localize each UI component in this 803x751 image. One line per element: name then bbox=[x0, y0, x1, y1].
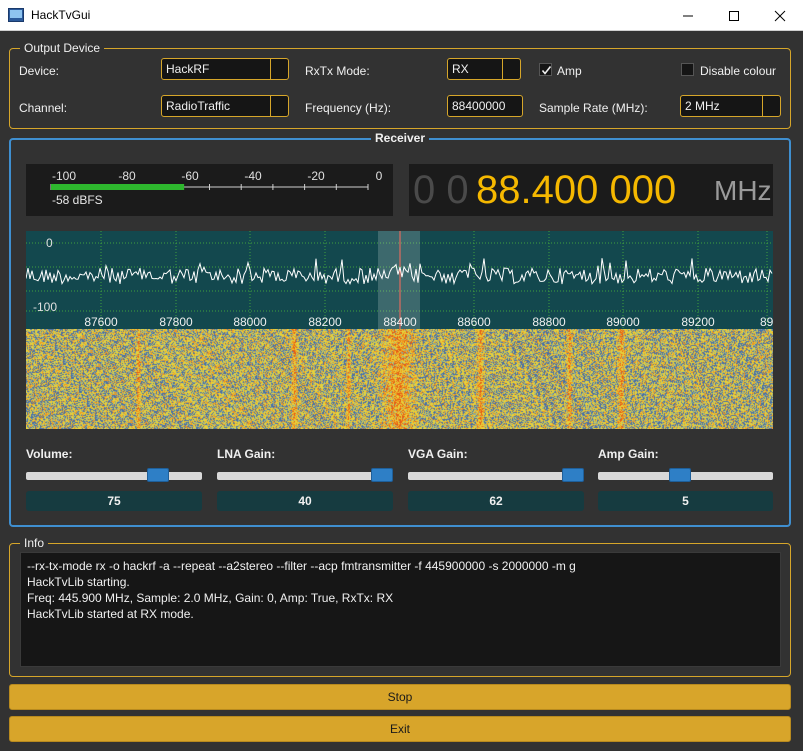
amp-gain-slider[interactable] bbox=[598, 466, 773, 486]
device-label: Device: bbox=[19, 64, 60, 78]
volume-slider[interactable] bbox=[26, 466, 202, 486]
meter-scale-label: -100 bbox=[52, 169, 76, 183]
slider-handle[interactable] bbox=[669, 468, 692, 482]
amp-checkbox[interactable] bbox=[539, 63, 552, 76]
chevron-down-icon bbox=[270, 59, 288, 79]
lna-gain-label: LNA Gain: bbox=[217, 447, 276, 461]
x-tick-label: 87800 bbox=[159, 315, 193, 329]
x-tick-label: 88600 bbox=[457, 315, 491, 329]
signal-meter-scale: -100 -80 -60 -40 -20 0 bbox=[50, 169, 383, 190]
device-select[interactable]: HackRF bbox=[161, 58, 289, 80]
lna-gain-value: 40 bbox=[217, 491, 393, 511]
x-tick-label: 88000 bbox=[233, 315, 267, 329]
log-line: --rx-tx-mode rx -o hackrf -a --repeat --… bbox=[27, 559, 576, 573]
y-tick-label: -100 bbox=[33, 300, 57, 314]
minimize-icon bbox=[683, 15, 693, 16]
receiver-title: Receiver bbox=[370, 131, 430, 145]
minimize-button[interactable] bbox=[665, 0, 711, 31]
exit-button[interactable]: Exit bbox=[9, 716, 791, 742]
info-title: Info bbox=[20, 536, 49, 550]
main-area: Output Device Device: HackRF RxTx Mode: … bbox=[0, 31, 803, 751]
x-tick-label: 88800 bbox=[532, 315, 566, 329]
amp-gain-value: 5 bbox=[598, 491, 773, 511]
signal-meter: -100 -80 -60 -40 -20 0 -58 dBFS bbox=[26, 164, 393, 216]
frequency-display[interactable]: 0 0 88.400 000 MHz bbox=[409, 164, 773, 216]
lna-gain-slider[interactable] bbox=[217, 466, 393, 486]
log-line: HackTvLib started at RX mode. bbox=[27, 607, 194, 621]
sample-rate-label: Sample Rate (MHz): bbox=[539, 101, 648, 115]
meter-scale-label: -60 bbox=[181, 169, 199, 183]
app-icon bbox=[8, 8, 24, 22]
y-tick-label: 0 bbox=[46, 236, 53, 250]
x-tick-label: 89000 bbox=[606, 315, 640, 329]
slider-handle[interactable] bbox=[371, 468, 393, 482]
close-button[interactable] bbox=[757, 0, 803, 31]
chevron-down-icon bbox=[762, 96, 780, 116]
disable-colour-checkbox[interactable] bbox=[681, 63, 694, 76]
slider-track bbox=[26, 472, 202, 480]
rxtx-mode-value: RX bbox=[452, 62, 469, 76]
vga-gain-value: 62 bbox=[408, 491, 584, 511]
slider-handle[interactable] bbox=[562, 468, 584, 482]
meter-scale-label: 0 bbox=[376, 169, 383, 183]
device-select-value: HackRF bbox=[166, 62, 210, 76]
meter-scale-label: -20 bbox=[307, 169, 325, 183]
x-tick-label: 88400 bbox=[383, 315, 417, 329]
output-device-group: Output Device bbox=[9, 41, 791, 129]
frequency-leading-digits: 0 0 bbox=[413, 168, 469, 212]
signal-level-readout: -58 dBFS bbox=[52, 193, 103, 207]
chevron-down-icon bbox=[270, 96, 288, 116]
rxtx-label: RxTx Mode: bbox=[305, 64, 370, 78]
waterfall-canvas bbox=[26, 329, 773, 429]
window-title: HackTvGui bbox=[31, 8, 91, 22]
spectrum-plot[interactable]: 0 -100 87600 87800 88000 88200 88400 88600 8880… bbox=[25, 231, 774, 329]
close-icon bbox=[774, 10, 786, 21]
x-tick-label: 89200 bbox=[681, 315, 715, 329]
log-line: HackTvLib starting. bbox=[27, 575, 130, 589]
slider-track bbox=[217, 472, 393, 480]
amp-label: Amp bbox=[557, 64, 582, 78]
channel-select[interactable]: RadioTraffic bbox=[161, 95, 289, 117]
frequency-input[interactable]: 88400000 bbox=[447, 95, 523, 117]
channel-select-value: RadioTraffic bbox=[166, 99, 231, 113]
x-tick-label: 87600 bbox=[84, 315, 118, 329]
vga-gain-slider[interactable] bbox=[408, 466, 584, 486]
vga-gain-label: VGA Gain: bbox=[408, 447, 468, 461]
x-tick-label: 88200 bbox=[308, 315, 342, 329]
log-line: Freq: 445.900 MHz, Sample: 2.0 MHz, Gain… bbox=[27, 591, 394, 605]
chevron-down-icon bbox=[502, 59, 520, 79]
slider-track bbox=[408, 472, 584, 480]
rxtx-mode-select[interactable]: RX bbox=[447, 58, 521, 80]
disable-colour-label: Disable colour bbox=[700, 64, 777, 78]
frequency-label: Frequency (Hz): bbox=[305, 101, 392, 115]
sample-rate-value: 2 MHz bbox=[685, 99, 720, 113]
maximize-icon bbox=[729, 10, 739, 21]
output-device-title: Output Device bbox=[20, 41, 105, 55]
slider-handle[interactable] bbox=[147, 468, 169, 482]
volume-value: 75 bbox=[26, 491, 202, 511]
stop-button[interactable]: Stop bbox=[9, 684, 791, 710]
waterfall-display[interactable] bbox=[26, 329, 773, 429]
sample-rate-select[interactable]: 2 MHz bbox=[680, 95, 781, 117]
checkmark-icon bbox=[541, 66, 552, 75]
meter-scale-label: -80 bbox=[118, 169, 136, 183]
info-log[interactable]: --rx-tx-mode rx -o hackrf -a --repeat --… bbox=[20, 552, 781, 667]
volume-label: Volume: bbox=[26, 447, 73, 461]
frequency-unit: MHz bbox=[714, 175, 772, 206]
signal-meter-bar bbox=[51, 184, 185, 190]
amp-gain-label: Amp Gain: bbox=[598, 447, 659, 461]
maximize-button[interactable] bbox=[711, 0, 757, 31]
spectrum-canvas: 0 -100 87600 87800 88000 88200 88400 88600 8880… bbox=[25, 231, 774, 329]
frequency-digits: 88.400 000 bbox=[476, 168, 677, 212]
meter-scale-label: -40 bbox=[244, 169, 262, 183]
channel-label: Channel: bbox=[19, 101, 68, 115]
title-bar: HackTvGui bbox=[0, 0, 803, 31]
x-tick-label: 89 bbox=[760, 315, 773, 329]
